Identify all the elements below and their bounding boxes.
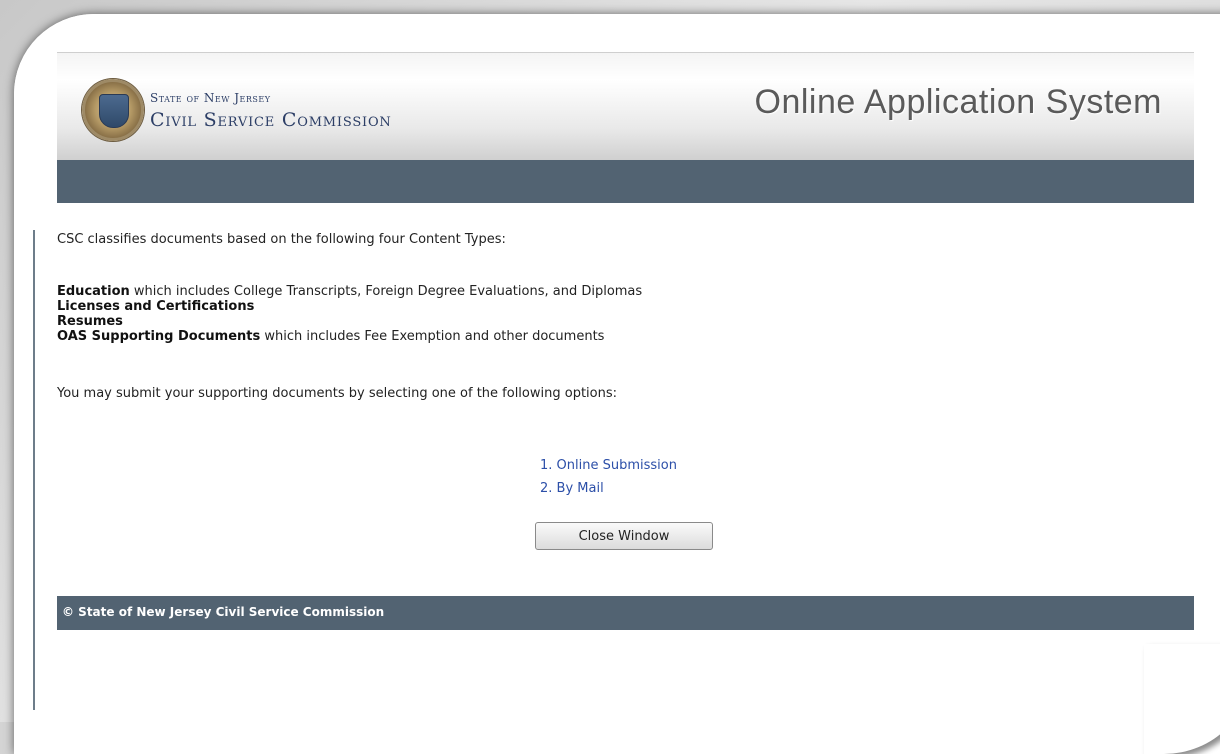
seal-shield	[99, 94, 129, 128]
submission-options-list: 1. Online Submission 2. By Mail	[540, 454, 677, 500]
nav-bar	[57, 160, 1194, 203]
window-left-border	[33, 230, 35, 710]
state-seal-icon	[82, 79, 144, 141]
intro-text: CSC classifies documents based on the fo…	[57, 232, 506, 247]
content-type-licenses: Licenses and Certifications	[57, 299, 642, 314]
content-type-oas-supporting: OAS Supporting Documents which includes …	[57, 329, 642, 344]
close-window-button[interactable]: Close Window	[535, 522, 713, 550]
page-footer: © State of New Jersey Civil Service Comm…	[57, 596, 1194, 630]
org-state-name: State of New Jersey	[150, 91, 271, 105]
by-mail-link[interactable]: 2. By Mail	[540, 477, 677, 500]
window-corner	[1144, 644, 1220, 754]
content-type-education: Education which includes College Transcr…	[57, 284, 642, 299]
content-type-label: Resumes	[57, 314, 123, 329]
page-header: State of New Jersey Civil Service Commis…	[57, 52, 1194, 161]
content-types-list: Education which includes College Transcr…	[57, 284, 642, 344]
content-type-detail: which includes Fee Exemption and other d…	[260, 329, 605, 344]
footer-copyright: © State of New Jersey Civil Service Comm…	[62, 605, 385, 619]
system-title: Online Application System	[754, 83, 1162, 121]
org-commission-name: Civil Service Commission	[150, 109, 392, 131]
content-type-detail: which includes College Transcripts, Fore…	[129, 284, 643, 299]
submission-options-text: You may submit your supporting documents…	[57, 386, 617, 401]
online-submission-link[interactable]: 1. Online Submission	[540, 454, 677, 477]
content-type-label: Licenses and Certifications	[57, 299, 255, 314]
content-type-resumes: Resumes	[57, 314, 642, 329]
content-type-label: Education	[57, 284, 130, 299]
content-type-label: OAS Supporting Documents	[57, 329, 261, 344]
